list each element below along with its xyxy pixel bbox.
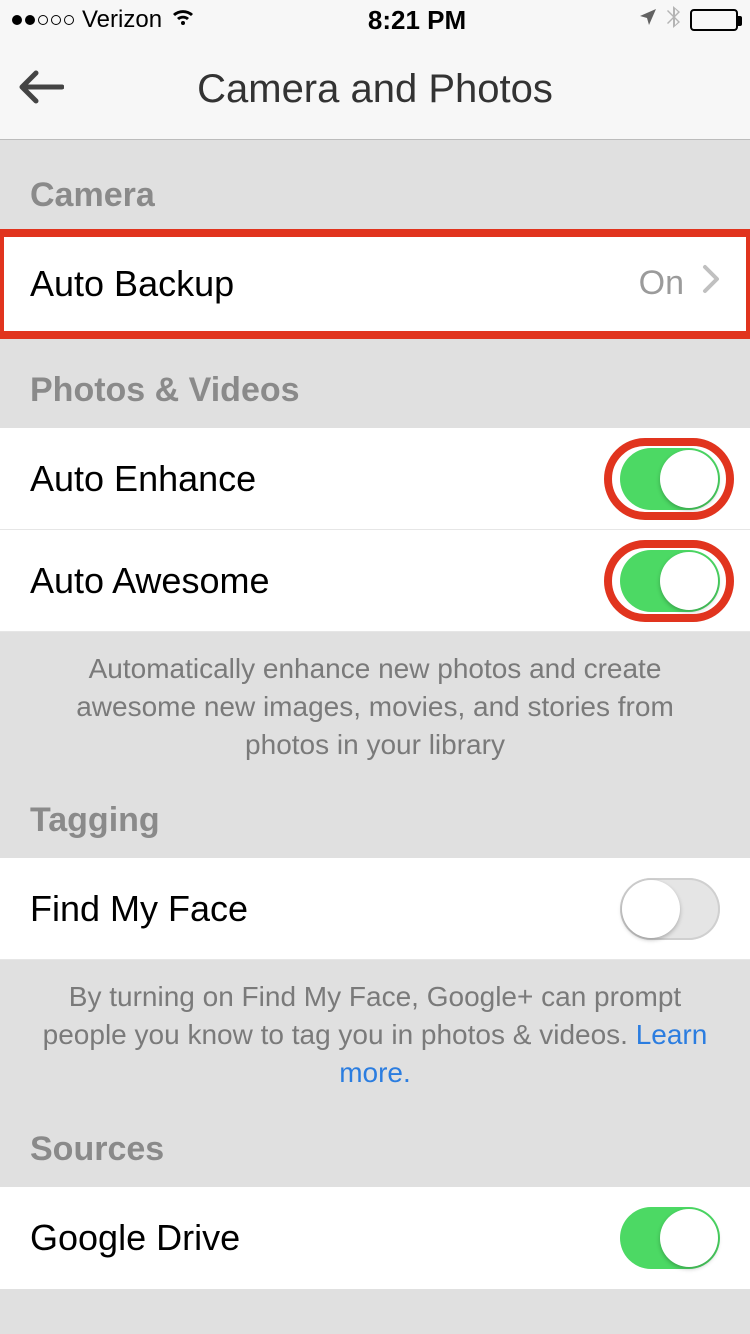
footer-text: By turning on Find My Face, Google+ can …	[43, 981, 682, 1050]
chevron-right-icon	[702, 264, 720, 303]
section-footer-photos-videos: Automatically enhance new photos and cre…	[0, 632, 750, 791]
toggle-find-my-face[interactable]	[620, 878, 720, 940]
nav-header: Camera and Photos	[0, 40, 750, 140]
row-google-drive: Google Drive	[0, 1187, 750, 1289]
status-left: Verizon	[12, 6, 196, 34]
toggle-google-drive[interactable]	[620, 1207, 720, 1269]
status-right	[638, 5, 738, 36]
signal-dots-icon	[12, 15, 74, 25]
status-bar: Verizon 8:21 PM	[0, 0, 750, 40]
bluetooth-icon	[666, 5, 682, 36]
toggle-auto-enhance[interactable]	[620, 448, 720, 510]
section-footer-tagging: By turning on Find My Face, Google+ can …	[0, 960, 750, 1119]
settings-content[interactable]: Camera Auto Backup On Photos & Videos Au…	[0, 140, 750, 1334]
section-header-sources: Sources	[0, 1120, 750, 1187]
carrier-label: Verizon	[82, 6, 162, 34]
section-header-camera: Camera	[0, 140, 750, 233]
row-label: Auto Backup	[30, 263, 234, 305]
row-auto-enhance: Auto Enhance	[0, 428, 750, 530]
row-find-my-face: Find My Face	[0, 858, 750, 960]
status-time: 8:21 PM	[368, 5, 466, 36]
row-value: On	[639, 264, 684, 303]
row-label: Auto Awesome	[30, 560, 269, 602]
page-title: Camera and Photos	[0, 67, 750, 112]
toggle-auto-awesome[interactable]	[620, 550, 720, 612]
section-header-photos-videos: Photos & Videos	[0, 335, 750, 428]
battery-icon	[690, 9, 738, 31]
row-auto-backup[interactable]: Auto Backup On	[0, 233, 750, 335]
row-auto-awesome: Auto Awesome	[0, 530, 750, 632]
location-icon	[638, 6, 658, 34]
section-header-tagging: Tagging	[0, 791, 750, 858]
row-label: Google Drive	[30, 1217, 240, 1259]
back-button[interactable]	[18, 66, 64, 114]
wifi-icon	[170, 6, 196, 34]
row-label: Auto Enhance	[30, 458, 256, 500]
row-label: Find My Face	[30, 888, 248, 930]
